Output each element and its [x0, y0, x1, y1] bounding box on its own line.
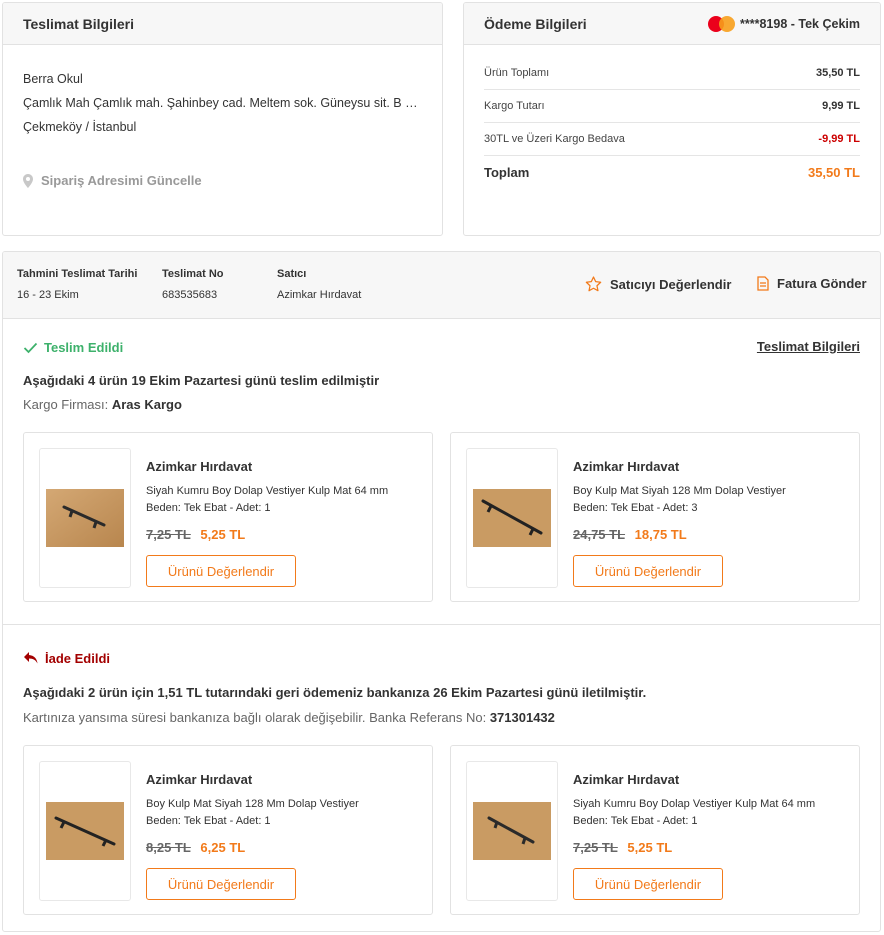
return-arrow-icon: [24, 652, 38, 664]
product-card: Azimkar Hırdavat Boy Kulp Mat Siyah 128 …: [23, 745, 433, 915]
product-variant: Beden: Tek Ebat - Adet: 3: [573, 502, 698, 514]
bank-reference-number: 371301432: [489, 710, 555, 725]
returned-status-label: İade Edildi: [45, 650, 111, 666]
product-variant: Beden: Tek Ebat - Adet: 1: [146, 815, 271, 827]
delivery-info-card: Teslimat Bilgileri Berra Okul Çamlık Mah…: [2, 2, 443, 236]
delivery-city: Çekmeköy / İstanbul: [23, 120, 137, 134]
update-address-label: Sipariş Adresimi Güncelle: [41, 173, 202, 188]
seller-value: Azimkar Hırdavat: [277, 289, 362, 301]
delivered-status: Teslim Edildi: [23, 340, 123, 355]
product-name[interactable]: Boy Kulp Mat Siyah 128 Mm Dolap Vestiyer: [573, 485, 786, 497]
old-price: 8,25 TL: [146, 840, 191, 855]
rate-product-button[interactable]: Ürünü Değerlendir: [146, 555, 296, 587]
total-value: 35,50 TL: [807, 164, 860, 180]
old-price: 7,25 TL: [146, 527, 191, 542]
payment-info-title: Ödeme Bilgileri: [484, 15, 587, 32]
product-image: [466, 448, 558, 588]
free-shipping-label: 30TL ve Üzeri Kargo Bedava: [484, 133, 625, 145]
product-seller: Azimkar Hırdavat: [573, 772, 680, 787]
free-shipping-value: -9,99 TL: [818, 133, 860, 145]
seller-info: Satıcı Azimkar Hırdavat: [277, 268, 361, 301]
delivery-number: Teslimat No 683535683: [162, 268, 224, 301]
product-seller: Azimkar Hırdavat: [573, 459, 680, 474]
cabinet-handle-image: [473, 489, 551, 547]
cabinet-handle-image: [46, 489, 124, 547]
rate-product-button[interactable]: Ürünü Değerlendir: [573, 555, 723, 587]
new-price: 6,25 TL: [200, 840, 246, 855]
estimated-date: Tahmini Teslimat Tarihi 16 - 23 Ekim: [17, 268, 137, 301]
product-card: Azimkar Hırdavat Boy Kulp Mat Siyah 128 …: [450, 432, 860, 602]
product-image: [39, 448, 131, 588]
product-prices: 7,25 TL 5,25 TL: [146, 527, 245, 542]
product-variant: Beden: Tek Ebat - Adet: 1: [573, 815, 698, 827]
check-icon: [23, 342, 38, 353]
cargo-value: Aras Kargo: [111, 397, 182, 412]
delivery-info-title: Teslimat Bilgileri: [3, 3, 442, 45]
update-address-link[interactable]: Sipariş Adresimi Güncelle: [23, 169, 422, 193]
order-card: Tahmini Teslimat Tarihi 16 - 23 Ekim Tes…: [2, 251, 881, 932]
shipping-row: Kargo Tutarı 9,99 TL: [484, 90, 860, 123]
delivery-address: Çamlık Mah Çamlık mah. Şahinbey cad. Mel…: [23, 96, 423, 110]
subtotal-label: Ürün Toplamı: [484, 67, 550, 79]
product-image: [466, 761, 558, 901]
invoice-icon: [757, 276, 769, 291]
new-price: 18,75 TL: [634, 527, 687, 542]
product-variant: Beden: Tek Ebat - Adet: 1: [146, 502, 271, 514]
recipient-name: Berra Okul: [23, 72, 83, 86]
total-row: Toplam 35,50 TL: [484, 156, 860, 188]
send-invoice-label: Fatura Gönder: [777, 276, 867, 291]
subtotal-row: Ürün Toplamı 35,50 TL: [484, 57, 860, 90]
new-price: 5,25 TL: [200, 527, 246, 542]
delivery-number-value: 683535683: [162, 289, 218, 301]
card-info: ****8198 - Tek Çekim: [708, 15, 860, 32]
refund-reference: Kartınıza yansıma süresi bankanıza bağlı…: [23, 710, 555, 725]
cabinet-handle-image: [46, 802, 124, 860]
location-pin-icon: [23, 174, 33, 188]
delivered-message: Aşağıdaki 4 ürün 19 Ekim Pazartesi günü …: [23, 373, 380, 388]
refund-note: Kartınıza yansıma süresi bankanıza bağlı…: [23, 710, 490, 725]
estimated-date-label: Tahmini Teslimat Tarihi: [17, 268, 138, 280]
shipping-label: Kargo Tutarı: [484, 100, 545, 112]
product-image: [39, 761, 131, 901]
refund-message: Aşağıdaki 2 ürün için 1,51 TL tutarındak…: [23, 685, 647, 700]
old-price: 24,75 TL: [573, 527, 626, 542]
product-prices: 8,25 TL 6,25 TL: [146, 840, 245, 855]
product-name[interactable]: Boy Kulp Mat Siyah 128 Mm Dolap Vestiyer: [146, 798, 359, 810]
cargo-label: Kargo Firması:: [23, 397, 112, 412]
order-header: Tahmini Teslimat Tarihi 16 - 23 Ekim Tes…: [3, 252, 880, 319]
payment-info-card: Ödeme Bilgileri ****8198 - Tek Çekim Ürü…: [463, 2, 881, 236]
product-name[interactable]: Siyah Kumru Boy Dolap Vestiyer Kulp Mat …: [146, 485, 388, 497]
star-icon: [585, 276, 602, 292]
delivered-section: Teslim Edildi Teslimat Bilgileri Aşağıda…: [3, 319, 880, 624]
product-card: Azimkar Hırdavat Siyah Kumru Boy Dolap V…: [450, 745, 860, 915]
product-card: Azimkar Hırdavat Siyah Kumru Boy Dolap V…: [23, 432, 433, 602]
estimated-date-value: 16 - 23 Ekim: [17, 289, 79, 301]
seller-label: Satıcı: [277, 268, 307, 280]
cargo-company: Kargo Firması: Aras Kargo: [23, 397, 182, 412]
free-shipping-row: 30TL ve Üzeri Kargo Bedava -9,99 TL: [484, 123, 860, 156]
cabinet-handle-image: [473, 802, 551, 860]
delivered-status-label: Teslim Edildi: [44, 340, 124, 355]
shipping-value: 9,99 TL: [822, 100, 860, 112]
total-label: Toplam: [484, 164, 530, 180]
returned-section: İade Edildi Aşağıdaki 2 ürün için 1,51 T…: [3, 625, 880, 931]
send-invoice-button[interactable]: Fatura Gönder: [757, 276, 867, 291]
product-prices: 7,25 TL 5,25 TL: [573, 840, 672, 855]
rate-product-button[interactable]: Ürünü Değerlendir: [573, 868, 723, 900]
rate-product-button[interactable]: Ürünü Değerlendir: [146, 868, 296, 900]
returned-status: İade Edildi: [23, 650, 110, 666]
product-seller: Azimkar Hırdavat: [146, 772, 253, 787]
old-price: 7,25 TL: [573, 840, 618, 855]
rate-seller-button[interactable]: Satıcıyı Değerlendir: [585, 276, 731, 292]
mastercard-icon: [708, 15, 736, 32]
product-prices: 24,75 TL 18,75 TL: [573, 527, 687, 542]
delivery-details-link[interactable]: Teslimat Bilgileri: [757, 339, 860, 354]
subtotal-value: 35,50 TL: [815, 67, 860, 79]
product-name[interactable]: Siyah Kumru Boy Dolap Vestiyer Kulp Mat …: [573, 798, 815, 810]
new-price: 5,25 TL: [627, 840, 673, 855]
rate-seller-label: Satıcıyı Değerlendir: [610, 276, 732, 292]
delivery-number-label: Teslimat No: [162, 268, 224, 280]
product-seller: Azimkar Hırdavat: [146, 459, 253, 474]
card-number: ****8198 - Tek Çekim: [740, 16, 860, 31]
